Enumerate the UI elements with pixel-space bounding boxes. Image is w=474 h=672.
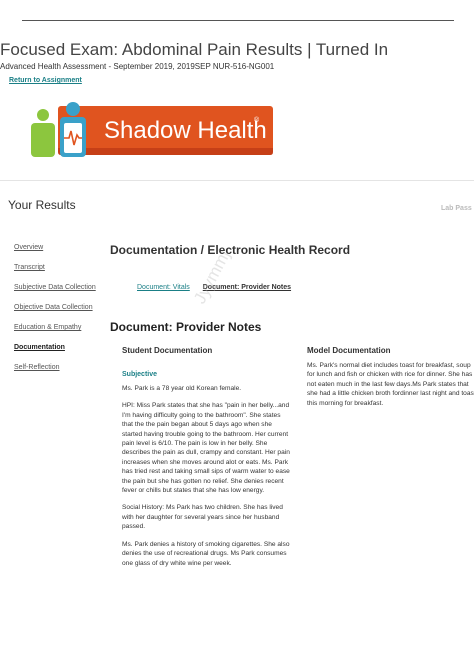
model-paragraph: Ms. Park's normal diet includes toast fo… [307, 362, 474, 407]
student-paragraph: Ms. Park denies a history of smoking cig… [122, 540, 290, 567]
student-paragraph: Social History: Ms Park has two children… [122, 504, 283, 531]
logo-wordmark: Shadow Health [104, 117, 267, 144]
nav-item-self-reflection[interactable]: Self-Reflection [14, 364, 106, 384]
student-paragraph: HPI: Miss Park states that she has "pain… [122, 402, 290, 495]
lab-pass-label[interactable]: Lab Pass [441, 205, 472, 212]
student-documentation-heading: Student Documentation [122, 346, 213, 355]
page-title: Focused Exam: Abdominal Pain Results | T… [0, 40, 389, 59]
model-documentation-heading: Model Documentation [307, 346, 391, 355]
student-paragraph: Ms. Park is a 78 year old Korean female. [122, 385, 242, 392]
nav-item-objective-data-collection[interactable]: Objective Data Collection [14, 304, 106, 324]
results-divider [0, 180, 474, 181]
model-documentation: Model Documentation Ms. Park's normal di… [307, 346, 474, 408]
provider-notes-heading: Document: Provider Notes [110, 320, 262, 334]
nav-item-education-empathy[interactable]: Education & Empathy [14, 324, 106, 344]
return-to-assignment-link[interactable]: Return to Assignment [9, 77, 82, 84]
shadow-health-logo: Shadow Health ® [31, 102, 273, 157]
results-side-nav: Overview Transcript Subjective Data Coll… [14, 244, 106, 384]
nav-item-transcript[interactable]: Transcript [14, 264, 106, 284]
nav-item-overview[interactable]: Overview [14, 244, 106, 264]
subjective-label: Subjective [122, 371, 158, 378]
student-documentation: Student Documentation Subjective Ms. Par… [122, 346, 292, 576]
top-divider [22, 20, 454, 21]
nav-item-documentation[interactable]: Documentation [14, 344, 106, 364]
svg-text:®: ® [254, 116, 260, 124]
results-title: Your Results [8, 198, 76, 212]
nav-item-subjective-data-collection[interactable]: Subjective Data Collection [14, 284, 106, 304]
course-subtitle: Advanced Health Assessment - September 2… [0, 62, 275, 71]
tab-document-vitals[interactable]: Document: Vitals [137, 284, 190, 291]
